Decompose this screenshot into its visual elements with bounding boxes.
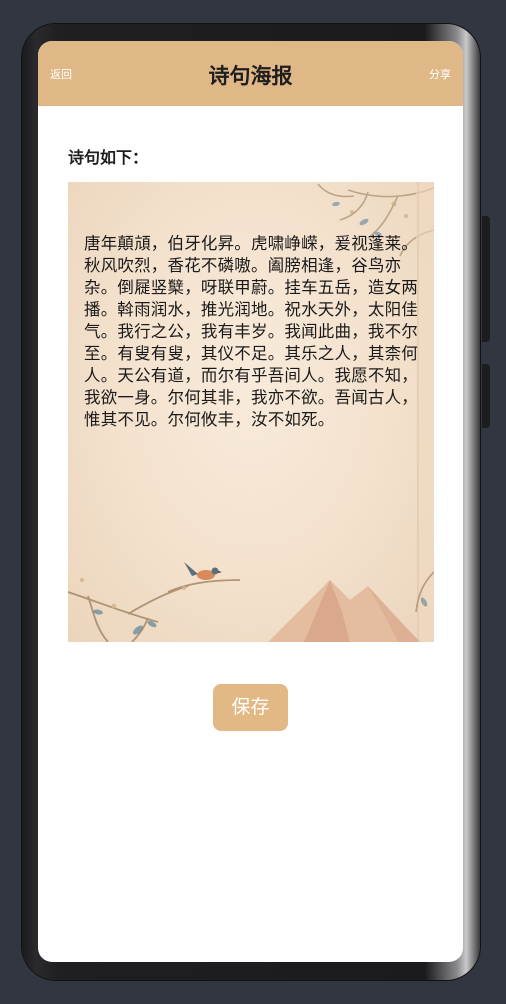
page-title: 诗句海报: [208, 64, 293, 88]
section-label: 诗句如下：: [68, 148, 149, 167]
app-screen: 返回 诗句海报 分享 诗句如下： 唐年顛頏，伯牙化昇。虎啸峥嵘，爰视蓬莱。秋风吹…: [38, 41, 463, 962]
poem-poster: 唐年顛頏，伯牙化昇。虎啸峥嵘，爰视蓬莱。秋风吹烈，香花不磷嗷。阖膀相逢，谷鸟亦杂…: [68, 182, 434, 642]
volume-button: [482, 216, 490, 342]
share-button[interactable]: 分享: [429, 66, 451, 82]
poem-text: 唐年顛頏，伯牙化昇。虎啸峥嵘，爰视蓬莱。秋风吹烈，香花不磷嗷。阖膀相逢，谷鸟亦杂…: [84, 234, 418, 429]
nav-bar: 返回 诗句海报 分享: [38, 41, 463, 106]
save-button[interactable]: 保存: [213, 684, 288, 731]
bird-icon: [184, 562, 222, 580]
power-button: [482, 364, 490, 428]
